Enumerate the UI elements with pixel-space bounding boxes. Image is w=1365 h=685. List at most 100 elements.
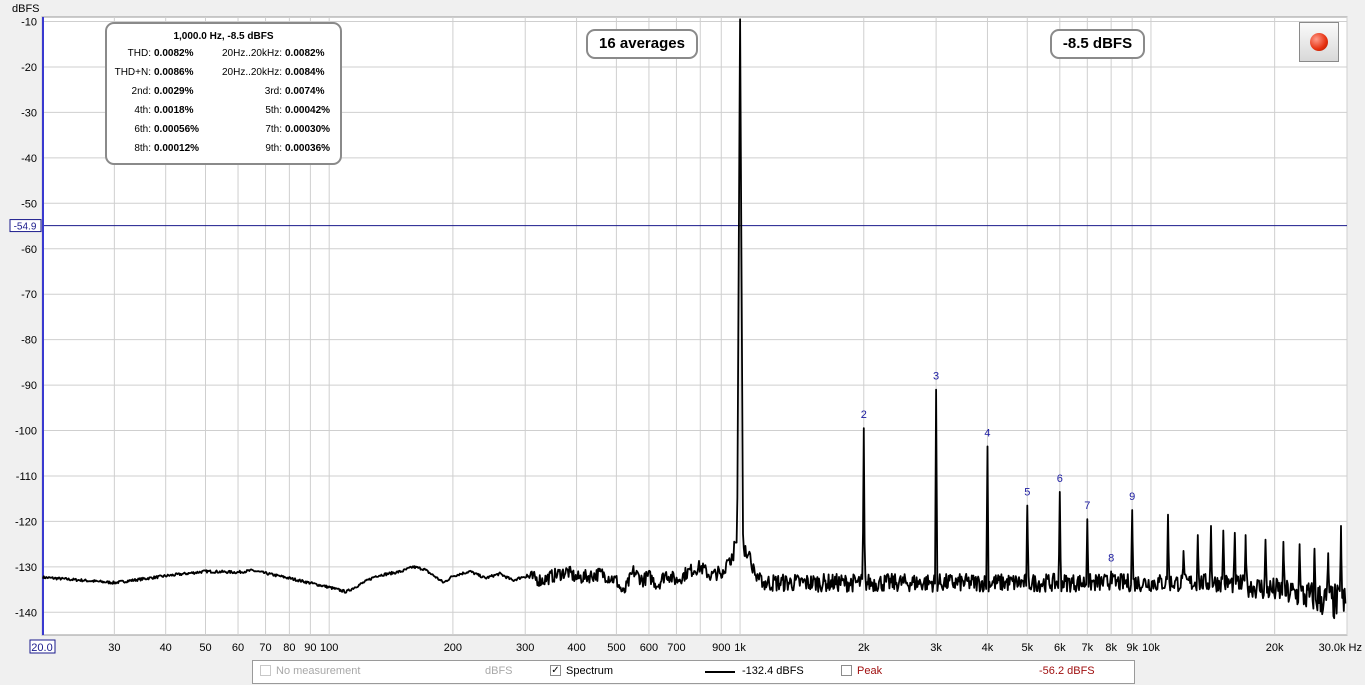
info-key: 7th:: [265, 124, 282, 135]
info-key: 4th:: [134, 105, 151, 116]
y-tick-label: -40: [21, 153, 37, 165]
x-end-label: 30.0k Hz: [1319, 642, 1362, 654]
info-value: 0.00056%: [154, 124, 200, 135]
no-measurement-label: No measurement: [276, 665, 361, 677]
info-cell: 3rd: 0.0074%: [211, 86, 325, 97]
harmonic-label: 6: [1057, 473, 1063, 485]
info-value: 0.00012%: [154, 143, 200, 154]
info-key: 9th:: [265, 143, 282, 154]
harmonic-label: 3: [933, 371, 939, 383]
info-value: 0.0084%: [285, 67, 325, 78]
no-measurement-checkbox[interactable]: [260, 665, 271, 676]
level-cursor-readout: -54.9: [9, 219, 42, 233]
x-tick-label: 900: [712, 642, 730, 654]
y-tick-label: -50: [21, 198, 37, 210]
info-row: 6th: 0.00056% 7th: 0.00030%: [107, 122, 340, 141]
y-tick-label: -20: [21, 62, 37, 74]
info-cell: 9th: 0.00036%: [211, 143, 330, 154]
info-value: 0.0086%: [154, 67, 194, 78]
x-tick-label: 50: [199, 642, 211, 654]
info-key: THD:: [127, 48, 151, 59]
x-tick-label: 7k: [1082, 642, 1094, 654]
info-row: THD+N: 0.0086% 20Hz..20kHz: 0.0084%: [107, 65, 340, 84]
x-tick-label: 100: [320, 642, 338, 654]
info-cell: 2nd: 0.0029%: [111, 86, 194, 97]
x-tick-label: 400: [567, 642, 585, 654]
harmonic-label: 9: [1129, 491, 1135, 503]
harmonic-label: 7: [1084, 500, 1090, 512]
info-key: 3rd:: [264, 86, 282, 97]
y-tick-label: -120: [15, 516, 37, 528]
x-tick-label: 6k: [1054, 642, 1066, 654]
no-measurement-unit: dBFS: [485, 665, 513, 677]
x-tick-label: 500: [607, 642, 625, 654]
spectrum-checkbox[interactable]: ✓: [550, 665, 561, 676]
info-row: 4th: 0.0018% 5th: 0.00042%: [107, 103, 340, 122]
info-value: 0.00036%: [285, 143, 331, 154]
x-axis-ticks: 30 40 50 60 70 80 90 100 200 300 400 500 600 700 900 1k…: [108, 642, 1284, 654]
peak-label: Peak: [857, 665, 883, 677]
x-tick-label: 80: [283, 642, 295, 654]
info-value: 0.0029%: [154, 86, 194, 97]
harmonic-label: 5: [1024, 486, 1030, 498]
info-cell: 4th: 0.0018%: [111, 105, 193, 116]
info-cell: 5th: 0.00042%: [211, 105, 330, 116]
info-key: 20Hz..20kHz:: [221, 67, 282, 78]
y-tick-label: -30: [21, 107, 37, 119]
info-cell: THD+N: 0.0086%: [111, 67, 194, 78]
info-row: THD: 0.0082% 20Hz..20kHz: 0.0082%: [107, 46, 340, 65]
y-tick-label: -110: [16, 471, 37, 483]
x-tick-label: 600: [640, 642, 658, 654]
y-tick-label: -90: [21, 380, 37, 392]
info-value: 0.00042%: [285, 105, 331, 116]
peak-value: -56.2 dBFS: [1039, 665, 1095, 677]
x-tick-label: 10k: [1142, 642, 1160, 654]
info-cell: 20Hz..20kHz: 0.0082%: [211, 48, 325, 59]
x-tick-label: 8k: [1105, 642, 1117, 654]
x-tick-label: 70: [259, 642, 271, 654]
info-key: 8th:: [134, 143, 151, 154]
record-icon: [1310, 33, 1328, 51]
legend-bar: No measurement dBFS ✓ Spectrum -132.4 dB…: [252, 660, 1135, 684]
info-title: 1,000.0 Hz, -8.5 dBFS: [173, 31, 274, 42]
x-tick-label: 90: [304, 642, 316, 654]
harmonic-label: 4: [984, 427, 990, 439]
x-tick-label: 30: [108, 642, 120, 654]
info-key: 5th:: [265, 105, 282, 116]
x-tick-label: 2k: [858, 642, 870, 654]
spectrum-value: -132.4 dBFS: [742, 665, 804, 677]
x-tick-label: 200: [444, 642, 462, 654]
thd-info-panel[interactable]: 1,000.0 Hz, -8.5 dBFS THD: 0.0082% 20Hz..2…: [105, 22, 342, 165]
info-value: 0.0074%: [285, 86, 325, 97]
info-value: 0.0082%: [285, 48, 325, 59]
harmonic-label: 2: [861, 409, 867, 421]
info-cell: 8th: 0.00012%: [111, 143, 199, 154]
info-row: 8th: 0.00012% 9th: 0.00036%: [107, 141, 340, 160]
x-tick-label: 5k: [1021, 642, 1033, 654]
harmonic-label: 8: [1108, 552, 1114, 564]
info-value: 0.0018%: [154, 105, 194, 116]
x-tick-label: 40: [160, 642, 172, 654]
info-value: 0.0082%: [154, 48, 194, 59]
y-tick-label: -130: [15, 562, 37, 574]
x-tick-label: 700: [667, 642, 685, 654]
averages-badge: 16 averages: [586, 29, 698, 59]
x-tick-label: 60: [232, 642, 244, 654]
info-key: 20Hz..20kHz:: [221, 48, 282, 59]
x-tick-label: 1k: [734, 642, 746, 654]
info-key: 6th:: [134, 124, 151, 135]
cursor-value: -54.9: [14, 222, 37, 233]
y-tick-label: -140: [15, 607, 37, 619]
x-tick-label: 20k: [1266, 642, 1284, 654]
info-value: 0.00030%: [285, 124, 331, 135]
spectrum-line-swatch: [705, 671, 735, 673]
y-tick-label: -10: [21, 17, 37, 29]
record-button[interactable]: [1299, 22, 1339, 62]
info-cell: 20Hz..20kHz: 0.0084%: [211, 67, 325, 78]
y-tick-label: -80: [21, 335, 37, 347]
info-row: 2nd: 0.0029% 3rd: 0.0074%: [107, 84, 340, 103]
peak-checkbox[interactable]: [841, 665, 852, 676]
info-cell: 7th: 0.00030%: [211, 124, 330, 135]
y-tick-label: -60: [21, 244, 37, 256]
info-key: 2nd:: [131, 86, 151, 97]
